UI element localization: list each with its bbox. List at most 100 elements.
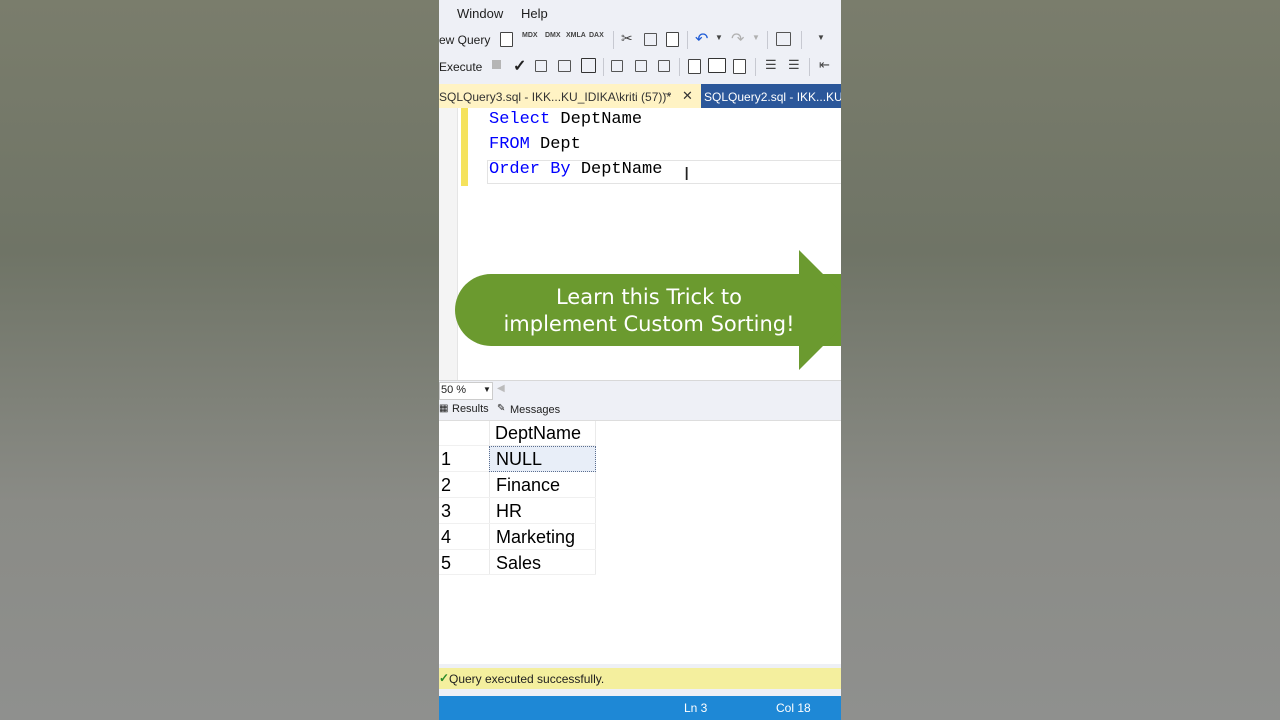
background-left xyxy=(0,0,439,720)
grid-line xyxy=(439,497,596,498)
result-tabs: ▦ Results ✎ Messages xyxy=(439,400,841,421)
promo-banner-text: Learn this Trick to implement Custom Sor… xyxy=(459,284,839,338)
row-number[interactable]: 1 xyxy=(441,449,451,470)
code-line-2: FROM Dept xyxy=(489,135,581,154)
undo-icon[interactable]: ↶ xyxy=(695,29,708,49)
column-header[interactable]: DeptName xyxy=(495,423,581,444)
code-line-3: Order By DeptName xyxy=(489,160,662,179)
tab-sqlquery2[interactable]: SQLQuery2.sql - IKK...KU_I xyxy=(701,84,841,108)
menu-window[interactable]: Window xyxy=(457,6,503,21)
toolbar-separator xyxy=(613,31,614,49)
copy-icon[interactable] xyxy=(644,33,657,46)
keyword: FROM xyxy=(489,135,530,154)
promo-line-1: Learn this Trick to xyxy=(555,285,743,309)
query-options-icon[interactable] xyxy=(558,60,571,72)
redo-icon[interactable]: ↷ xyxy=(731,29,744,49)
results-grid: DeptName 1 NULL 2 Finance 3 HR 4 Marketi… xyxy=(439,421,841,664)
parse-checkmark-icon[interactable]: ✓ xyxy=(513,56,526,76)
include-plan-icon[interactable] xyxy=(611,60,623,72)
chevron-down-icon: ▼ xyxy=(483,385,491,394)
toolbar-separator xyxy=(603,58,604,76)
decrease-indent-icon[interactable]: ⇤ xyxy=(819,57,830,73)
identifier: DeptName xyxy=(550,110,643,129)
close-icon[interactable]: ✕ xyxy=(682,88,693,104)
row-number[interactable]: 2 xyxy=(441,475,451,496)
row-number[interactable]: 5 xyxy=(441,553,451,574)
grid-icon: ▦ xyxy=(439,403,449,414)
new-query-button[interactable]: ew Query xyxy=(439,33,490,47)
table-cell[interactable]: Marketing xyxy=(496,527,575,548)
line-indicator: Ln 3 xyxy=(684,701,708,715)
keyword: Select xyxy=(489,110,551,129)
zoom-bar: 50 % ▼ ◀ xyxy=(439,380,841,400)
messages-icon: ✎ xyxy=(497,403,506,414)
table-cell[interactable]: NULL xyxy=(496,449,542,470)
tab-title: SQLQuery3.sql - IKK...KU_IDIKA\kriti (57… xyxy=(439,90,672,104)
zoom-value: 50 % xyxy=(441,384,467,396)
editor-status-bar: Ln 3 Col 18 xyxy=(439,696,841,720)
cut-icon[interactable]: ✂ xyxy=(621,30,633,47)
xmla-icon[interactable]: XMLA xyxy=(566,32,586,39)
client-stats-icon[interactable] xyxy=(658,60,670,72)
row-number[interactable]: 4 xyxy=(441,527,451,548)
column-indicator: Col 18 xyxy=(776,701,811,715)
toolbar-separator xyxy=(679,58,680,76)
standard-toolbar: ew Query MDX DMX XMLA DAX ✂ ↶ ▼ ↷ ▼ ▼ xyxy=(439,27,841,53)
background-right xyxy=(841,0,1280,720)
scroll-left-icon[interactable]: ◀ xyxy=(497,383,505,394)
live-stats-icon[interactable] xyxy=(635,60,647,72)
ssms-window: Window Help ew Query MDX DMX XMLA DAX ✂ … xyxy=(439,0,841,720)
menu-bar: Window Help xyxy=(439,0,841,26)
estimated-plan-icon[interactable] xyxy=(535,60,547,72)
identifier: Dept xyxy=(529,135,581,154)
uncomment-icon[interactable]: ☰ xyxy=(788,57,800,73)
code-line-1: Select DeptName xyxy=(489,110,642,129)
paste-icon[interactable] xyxy=(666,32,679,47)
new-file-icon[interactable] xyxy=(500,32,513,47)
promo-line-2: implement Custom Sorting! xyxy=(503,312,795,336)
toolbar-separator xyxy=(755,58,756,76)
document-tab-bar: SQLQuery3.sql - IKK...KU_IDIKA\kriti (57… xyxy=(439,84,841,110)
tab-title: SQLQuery2.sql - IKK...KU_I xyxy=(704,90,841,104)
comment-icon[interactable]: ☰ xyxy=(765,57,777,73)
results-to-grid-icon[interactable] xyxy=(581,58,596,73)
table-cell[interactable]: HR xyxy=(496,501,522,522)
success-check-icon: ✓ xyxy=(439,671,450,685)
redo-dropdown-icon[interactable]: ▼ xyxy=(752,33,760,42)
dmx-icon[interactable]: DMX xyxy=(545,32,561,39)
tab-results[interactable]: Results xyxy=(452,403,489,415)
change-tracking-bar xyxy=(461,108,468,186)
results-grid-icon[interactable] xyxy=(708,58,726,73)
toolbar-separator xyxy=(801,31,802,49)
results-to-text-icon[interactable] xyxy=(688,59,701,74)
stop-icon[interactable] xyxy=(492,60,501,69)
properties-icon[interactable] xyxy=(776,32,791,46)
tab-messages[interactable]: Messages xyxy=(510,404,560,416)
table-cell[interactable]: Sales xyxy=(496,553,541,574)
pin-icon[interactable]: ⊸ xyxy=(663,89,671,100)
query-status-bar: ✓ Query executed successfully. xyxy=(439,668,841,689)
zoom-select[interactable]: 50 % ▼ xyxy=(439,382,493,400)
editor-gutter xyxy=(439,108,458,380)
toolbar-separator xyxy=(809,58,810,76)
text-cursor-icon: I xyxy=(684,164,690,185)
toolbar-separator xyxy=(687,31,688,49)
undo-dropdown-icon[interactable]: ▼ xyxy=(715,33,723,42)
keyword: Order By xyxy=(489,160,571,179)
row-number[interactable]: 3 xyxy=(441,501,451,522)
grid-line xyxy=(439,574,596,575)
grid-line xyxy=(439,549,596,550)
identifier: DeptName xyxy=(570,160,663,179)
dax-icon[interactable]: DAX xyxy=(589,32,604,39)
sql-editor-toolbar: Execute ✓ ☰ ☰ ⇤ xyxy=(439,54,841,80)
results-to-file-icon[interactable] xyxy=(733,59,746,74)
execute-button[interactable]: Execute xyxy=(439,60,482,74)
toolbar-overflow-icon[interactable]: ▼ xyxy=(817,33,825,42)
status-message: Query executed successfully. xyxy=(449,672,605,686)
menu-help[interactable]: Help xyxy=(521,6,548,21)
mdx-icon[interactable]: MDX xyxy=(522,32,538,39)
table-cell[interactable]: Finance xyxy=(496,475,560,496)
toolbar-separator xyxy=(767,31,768,49)
tab-sqlquery3[interactable]: SQLQuery3.sql - IKK...KU_IDIKA\kriti (57… xyxy=(439,84,701,110)
grid-line xyxy=(439,523,596,524)
